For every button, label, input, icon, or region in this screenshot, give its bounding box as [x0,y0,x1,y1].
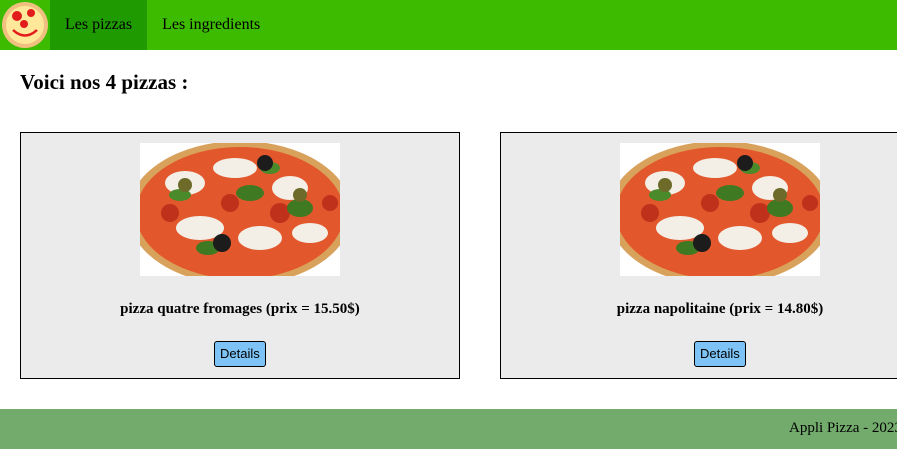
pizza-name: pizza quatre fromages (prix = 15.50$) [120,301,360,317]
page-title: Voici nos 4 pizzas : [20,70,189,94]
details-button[interactable]: Details [694,341,746,367]
footer-text: Appli Pizza - 2023 [789,420,897,436]
details-button[interactable]: Details [214,341,266,367]
pizza-image [140,143,340,276]
footer: Appli Pizza - 2023 [0,409,897,449]
pizza-card: pizza quatre fromages (prix = 15.50$) De… [20,132,460,379]
navbar: Les pizzas Les ingredients [0,0,897,50]
smiley-pizza-icon[interactable] [0,0,50,50]
pizza-card: pizza napolitaine (prix = 14.80$) Detail… [500,132,897,379]
nav-ingredients[interactable]: Les ingredients [147,0,275,50]
pizza-name: pizza napolitaine (prix = 14.80$) [616,301,824,317]
pizza-image [620,143,820,276]
nav-pizzas[interactable]: Les pizzas [50,0,148,50]
